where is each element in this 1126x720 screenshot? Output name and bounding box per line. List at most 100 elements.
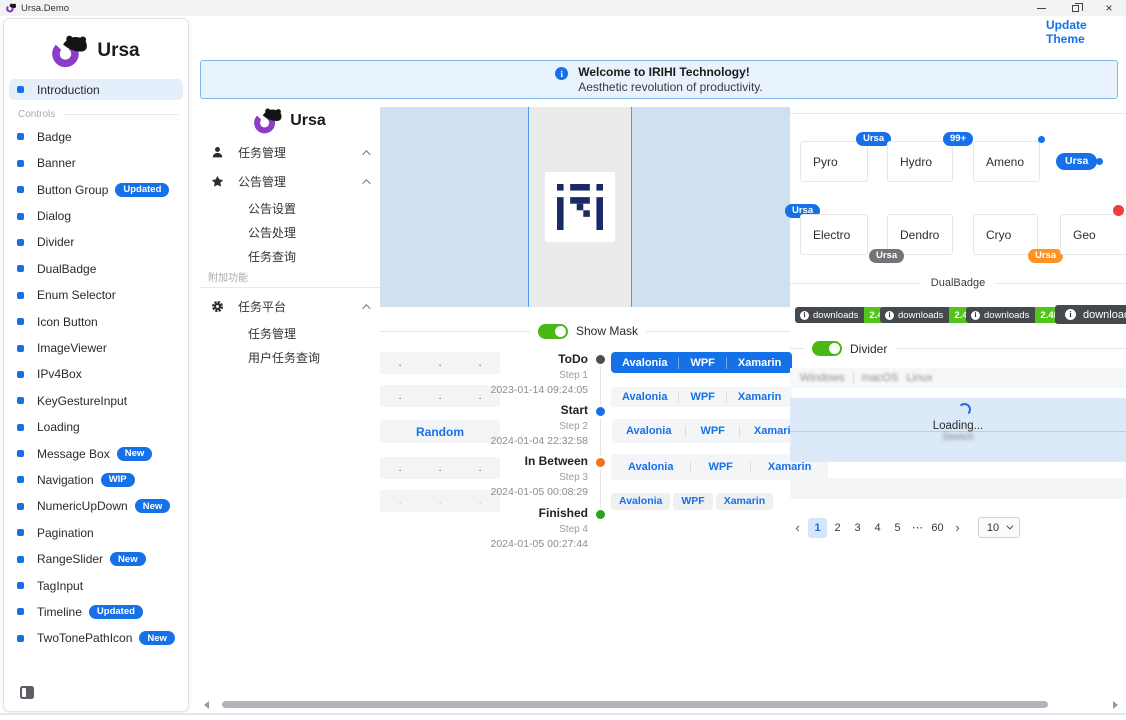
sidebar-item-banner[interactable]: Banner	[9, 153, 183, 174]
sidebar-item-rangeslider[interactable]: RangeSliderNew	[9, 549, 183, 570]
sidebar-collapse-icon[interactable]	[20, 686, 34, 699]
sidebar-item-icon-button[interactable]: Icon Button	[9, 311, 183, 332]
sidebar-item-dualbadge[interactable]: DualBadge	[9, 258, 183, 279]
sidebar-item-introduction[interactable]: Introduction	[9, 79, 183, 100]
page-ellipsis[interactable]: ⋯	[908, 518, 927, 538]
sidebar-item-timeline[interactable]: TimelineUpdated	[9, 601, 183, 622]
loading-blurred-text: Stretch	[790, 432, 1126, 443]
page-4-button[interactable]: 4	[868, 518, 887, 538]
divider-line	[790, 348, 804, 349]
chevron-up-icon	[362, 150, 370, 158]
restore-button[interactable]	[1058, 0, 1092, 16]
sidebar-item-divider[interactable]: Divider	[9, 232, 183, 253]
sidebar-item-button-group[interactable]: Button GroupUpdated	[9, 179, 183, 200]
sidebar-item-numericupdown[interactable]: NumericUpDownNew	[9, 496, 183, 517]
page-5-button[interactable]: 5	[888, 518, 907, 538]
menu-item-task-query[interactable]: 任务查询	[200, 244, 380, 268]
menu-item-task-platform[interactable]: 任务平台	[200, 292, 380, 321]
button-group-chips: Avalonia WPF Xamarin	[611, 492, 773, 510]
sidebar-item-keygestureinput[interactable]: KeyGestureInput	[9, 390, 183, 411]
sidebar-item-loading[interactable]: Loading	[9, 417, 183, 438]
horizontal-scrollbar[interactable]	[190, 698, 1126, 712]
page-3-button[interactable]: 3	[848, 518, 867, 538]
scroll-right-icon[interactable]	[1113, 701, 1118, 709]
sidebar-item-twotonepathicon[interactable]: TwoTonePathIconNew	[9, 628, 183, 649]
ursa-logo-icon	[254, 107, 284, 135]
timeline-item: In Between Step 3 2024-01-05 00:08:29	[470, 454, 588, 498]
scrollbar-thumb[interactable]	[222, 701, 1048, 708]
sidebar-item-taginput[interactable]: TagInput	[9, 575, 183, 596]
minimize-button[interactable]	[1024, 0, 1058, 16]
info-icon: i	[800, 311, 809, 320]
sidebar-item-ipv4box[interactable]: IPv4Box	[9, 364, 183, 385]
page-2-button[interactable]: 2	[828, 518, 847, 538]
xamarin-button[interactable]: Xamarin	[727, 357, 792, 369]
button-group-solid: Avalonia WPF Xamarin	[611, 352, 792, 373]
loading-demo: Loading... Stretch	[790, 398, 1126, 462]
prev-page-button[interactable]: ‹	[788, 518, 807, 538]
page-60-button[interactable]: 60	[928, 518, 947, 538]
menu-item-announcement-management[interactable]: 公告管理	[200, 167, 380, 196]
avalonia-button[interactable]: Avalonia	[611, 461, 690, 473]
wpf-button[interactable]: WPF	[691, 461, 749, 473]
wpf-button[interactable]: WPF	[686, 425, 738, 437]
menu-section-extras: 附加功能	[200, 268, 380, 288]
xamarin-button[interactable]: Xamarin	[727, 391, 792, 403]
restore-icon	[1072, 5, 1079, 12]
sidebar-nav: Introduction Controls Badge Banner Butto…	[4, 79, 188, 649]
sidebar-item-enum-selector[interactable]: Enum Selector	[9, 285, 183, 306]
sidebar-item-imageviewer[interactable]: ImageViewer	[9, 338, 183, 359]
close-button[interactable]: ×	[1092, 0, 1126, 16]
page-size-select[interactable]: 10	[978, 517, 1020, 538]
dual-badge: idownloads 2.4k	[795, 307, 893, 323]
nav-badge: WIP	[101, 473, 135, 487]
timeline-item: ToDo Step 1 2023-01-14 09:24:05	[470, 352, 588, 396]
xamarin-button[interactable]: Xamarin	[716, 493, 773, 510]
page-1-button[interactable]: 1	[808, 518, 827, 538]
divider-line	[790, 113, 1126, 114]
menu-item-user-task-query[interactable]: 用户任务查询	[200, 345, 380, 369]
menu-item-announcement-settings[interactable]: 公告设置	[200, 196, 380, 220]
sidebar-item-badge[interactable]: Badge	[9, 126, 183, 147]
timeline-dot	[596, 510, 605, 519]
divider-line	[380, 331, 530, 332]
info-icon: i	[971, 311, 980, 320]
bullet-icon	[17, 345, 24, 352]
wpf-button[interactable]: WPF	[673, 493, 712, 510]
dual-badge: idownloads 2.4k	[880, 307, 978, 323]
sidebar-item-navigation[interactable]: NavigationWIP	[9, 469, 183, 490]
nav-badge: New	[117, 447, 153, 461]
image-viewer[interactable]	[380, 107, 790, 307]
sidebar-item-message-box[interactable]: Message BoxNew	[9, 443, 183, 464]
menu-item-announcement-processing[interactable]: 公告处理	[200, 220, 380, 244]
avalonia-button[interactable]: Avalonia	[612, 425, 685, 437]
menu-item-task-management-2[interactable]: 任务管理	[200, 321, 380, 345]
wpf-button[interactable]: WPF	[679, 357, 725, 369]
ursa-logo-icon	[52, 34, 90, 69]
app-logo-icon	[6, 3, 17, 13]
chevron-down-icon	[1007, 523, 1014, 530]
banner-title: Welcome to IRIHI Technology!	[578, 65, 763, 79]
irihi-logo-icon	[557, 184, 603, 230]
sidebar-item-pagination[interactable]: Pagination	[9, 522, 183, 543]
avalonia-button[interactable]: Avalonia	[611, 493, 670, 510]
update-theme-button[interactable]: Update Theme	[1046, 18, 1120, 33]
xamarin-button[interactable]: Xamarin	[751, 461, 828, 473]
show-mask-toggle[interactable]	[538, 324, 568, 339]
menu-item-task-management[interactable]: 任务管理	[200, 138, 380, 167]
close-icon: ×	[1105, 3, 1112, 13]
next-page-button[interactable]: ›	[948, 518, 967, 538]
sidebar-item-dialog[interactable]: Dialog	[9, 206, 183, 227]
scroll-left-icon[interactable]	[204, 701, 209, 709]
bullet-icon	[17, 160, 24, 167]
avalonia-button[interactable]: Avalonia	[611, 357, 678, 369]
show-mask-row: Show Mask	[380, 323, 790, 339]
ursa-badge: Ursa	[856, 132, 891, 146]
dot-badge	[1038, 136, 1045, 143]
nav-badge: New	[135, 499, 171, 513]
empty-bar	[790, 478, 1126, 499]
timeline-dot	[596, 407, 605, 416]
wpf-button[interactable]: WPF	[679, 391, 725, 403]
avalonia-button[interactable]: Avalonia	[611, 391, 678, 403]
divider-toggle[interactable]	[812, 341, 842, 356]
